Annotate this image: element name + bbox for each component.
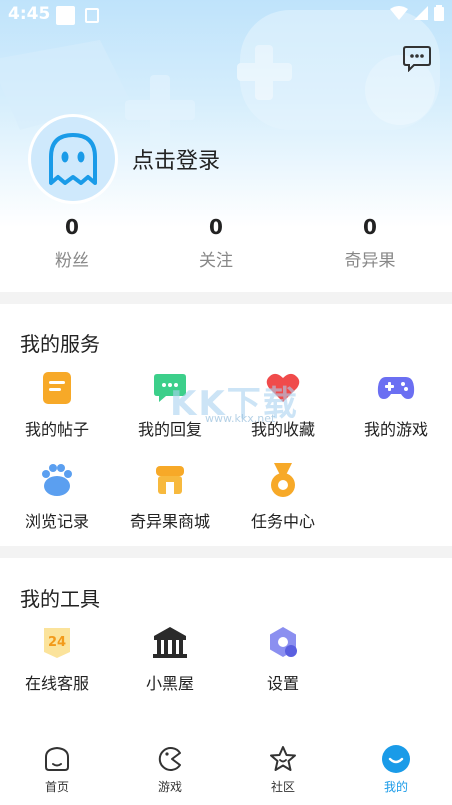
tool-label: 在线客服 [24,674,89,693]
nav-label: 我的 [383,780,408,794]
post-icon [43,372,71,404]
nav-games[interactable]: 游戏 [130,744,210,795]
service-my-posts[interactable]: 我的帖子 [2,368,112,440]
nav-home[interactable]: 首页 [17,744,97,795]
service-label: 奇异果商城 [129,512,210,531]
status-time: 4:45 [8,4,51,24]
stats-row: 0 粉丝 0 关注 0 奇异果 [0,212,452,278]
stat-label: 奇异果 [344,251,396,271]
nav-label: 社区 [270,780,295,794]
tool-jail-house[interactable]: 小黑屋 [115,622,225,694]
service-kiwi-shop[interactable]: 奇异果商城 [115,460,225,532]
home-icon [45,746,69,771]
stat-value: 0 [363,215,377,239]
service-label: 浏览记录 [24,512,89,531]
tool-label: 设置 [266,674,299,693]
watermark-url: www.kkx.net [205,412,276,425]
gamepad-icon [377,377,415,399]
jail-house-icon [153,627,187,658]
nav-label: 游戏 [157,780,182,794]
stat-fans[interactable]: 0 粉丝 [12,212,132,271]
nav-mine[interactable]: 我的 [356,744,436,795]
tool-settings[interactable]: 设置 [228,622,338,694]
stat-value: 0 [65,215,79,239]
svg-text:24: 24 [48,635,66,650]
service-24-icon: 24 [44,628,70,658]
status-bar: 4:45 [0,0,452,32]
section-divider [0,292,452,304]
nav-label: 首页 [44,780,69,794]
game-icon [158,747,181,771]
battery-icon [434,5,444,21]
shop-icon [156,466,184,494]
medal-icon [271,463,295,497]
login-link[interactable]: 点击登录 [132,143,220,175]
ghost-avatar-icon [49,133,97,185]
tool-online-service[interactable]: 24 在线客服 [2,622,112,694]
tool-label: 小黑屋 [145,674,194,693]
wifi-icon [390,6,408,20]
history-icon [42,464,72,496]
mine-icon [382,745,410,773]
signal-icon [414,6,428,20]
service-label: 我的帖子 [24,420,89,439]
tools-title: 我的工具 [20,587,100,611]
stat-following[interactable]: 0 关注 [156,212,276,271]
notification-icon [85,8,99,23]
service-label: 我的游戏 [363,420,428,439]
service-history[interactable]: 浏览记录 [2,460,112,532]
services-title: 我的服务 [20,332,100,356]
section-divider [0,546,452,558]
stat-label: 粉丝 [55,251,89,271]
service-label: 任务中心 [250,512,315,531]
service-my-games[interactable]: 我的游戏 [341,368,451,440]
message-icon [403,46,431,73]
service-task-center[interactable]: 任务中心 [228,460,338,532]
avatar[interactable] [28,114,118,204]
community-icon [270,746,296,771]
message-button[interactable] [402,44,432,73]
stat-label: 关注 [199,251,233,271]
stat-kiwi[interactable]: 0 奇异果 [310,212,430,271]
stat-value: 0 [209,215,223,239]
nav-community[interactable]: 社区 [243,744,323,795]
notification-icon [56,6,75,25]
bottom-nav: 首页 游戏 社区 我的 [0,736,452,805]
settings-icon [270,627,297,657]
